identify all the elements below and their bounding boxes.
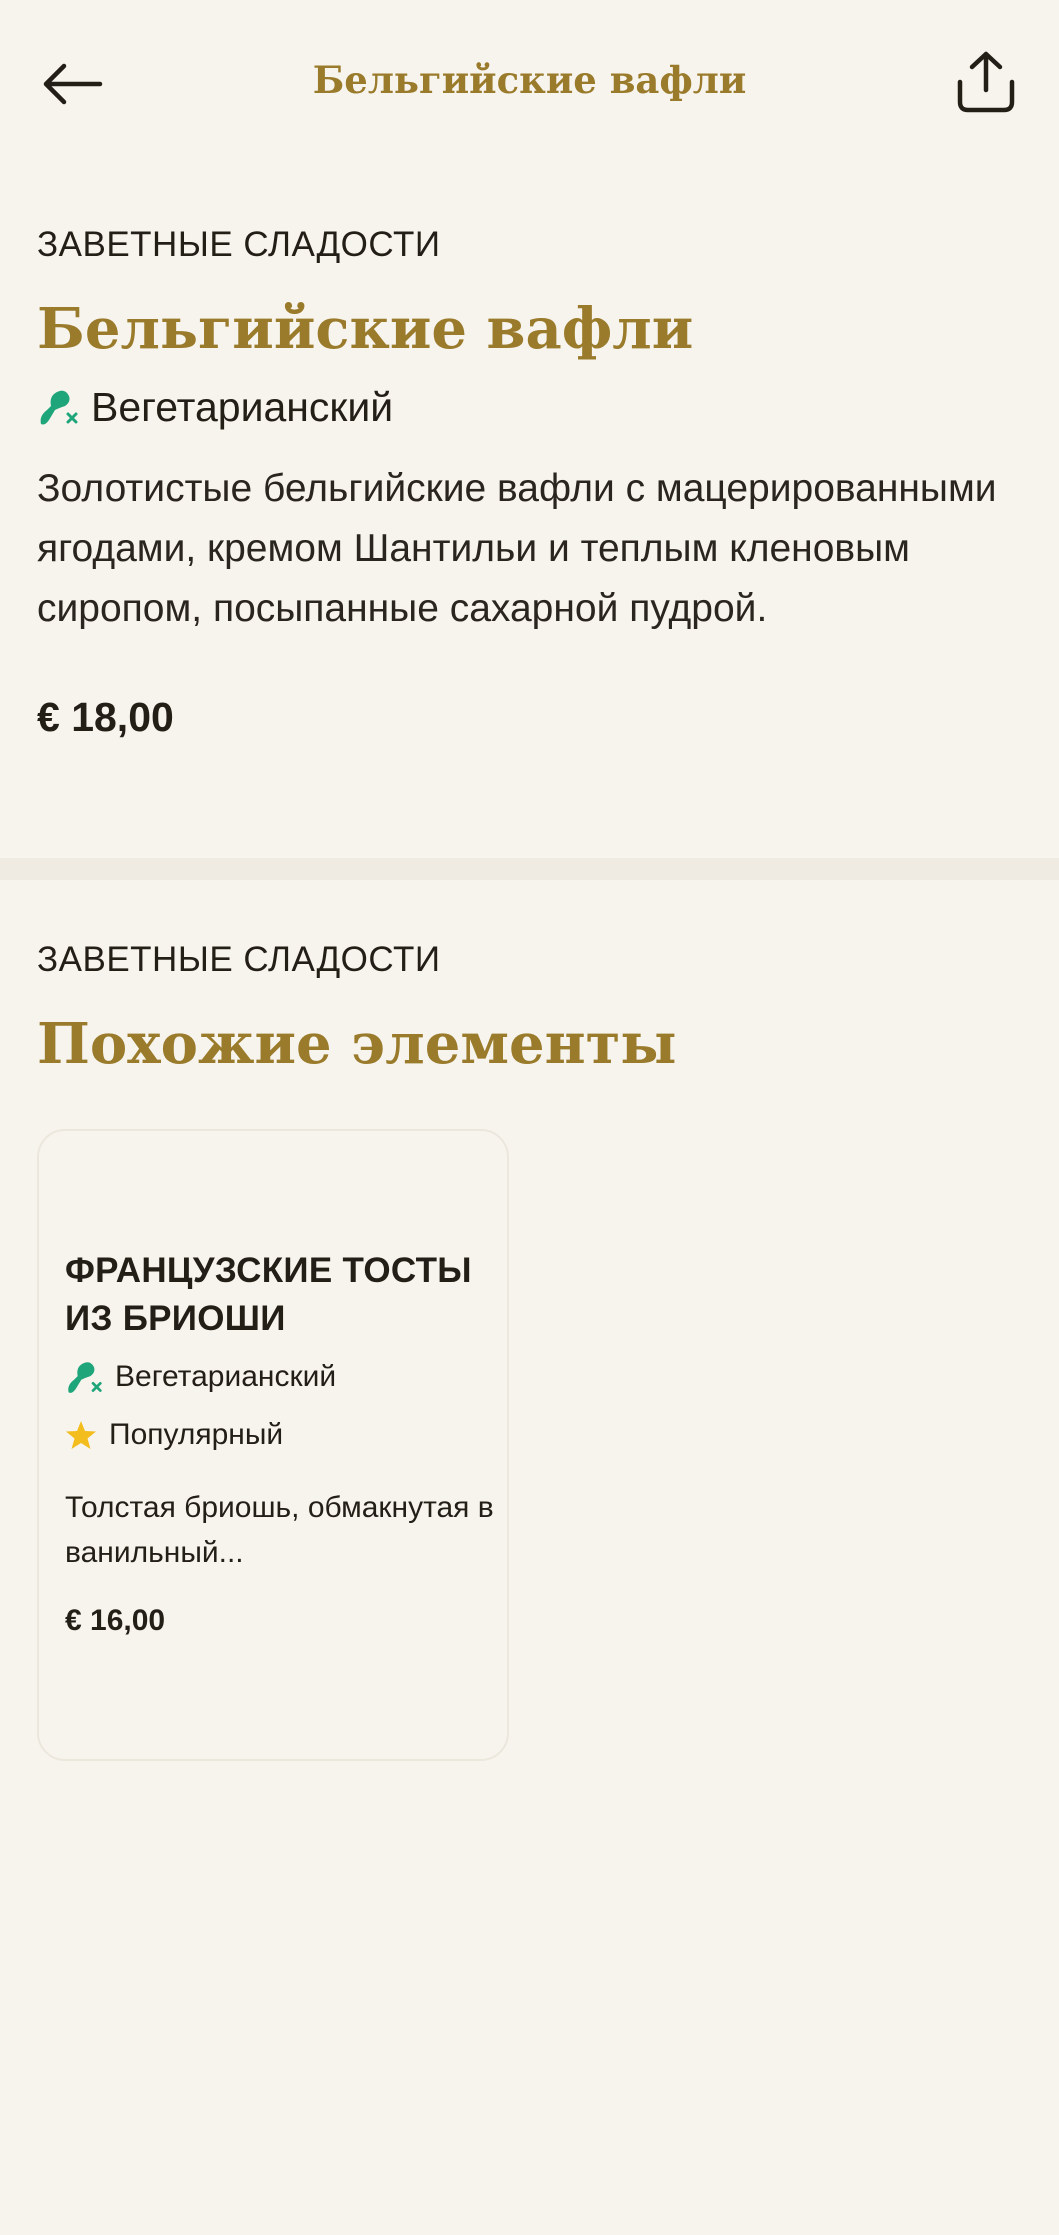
vegetarian-icon: [40, 390, 78, 425]
card-item-description: Толстая бриошь, обмакнутая в ванильный..…: [65, 1491, 494, 1569]
top-app-bar: Бельгийские вафли: [0, 0, 1059, 170]
card-popular-label: Популярный: [109, 1418, 284, 1451]
vegetarian-icon: [68, 1362, 102, 1393]
share-icon: [957, 51, 1015, 113]
card-item-name: ФРАНЦУЗСКИЕ ТОСТЫ ИЗ БРИОШИ: [65, 1251, 472, 1338]
similar-title: Похожие элементы: [37, 1011, 677, 1077]
item-price: € 18,00: [37, 694, 174, 740]
similar-items-section: ЗАВЕТНЫЕ СЛАДОСТИ Похожие элементы: [37, 930, 1022, 1080]
vegetarian-tag-label: Вегетарианский: [91, 383, 394, 430]
card-vegetarian-tag: Вегетарианский: [65, 1355, 336, 1399]
vegetarian-tag: Вегетарианский: [37, 379, 1022, 435]
card-item-price: € 16,00: [65, 1604, 166, 1637]
share-button[interactable]: [950, 46, 1022, 118]
arrow-left-icon: [43, 63, 103, 105]
card-popular-tag: Популярный: [65, 1413, 283, 1457]
header-title: Бельгийские вафли: [312, 58, 747, 102]
star-icon: [66, 1421, 96, 1449]
similar-item-card[interactable]: ФРАНЦУЗСКИЕ ТОСТЫ ИЗ БРИОШИ Вегетарианск…: [37, 1129, 509, 1761]
item-title: Бельгийские вафли: [37, 296, 694, 362]
section-divider: [0, 858, 1059, 880]
item-details: ЗАВЕТНЫЕ СЛАДОСТИ Бельгийские вафли Веге…: [37, 215, 1022, 747]
similar-category: ЗАВЕТНЫЕ СЛАДОСТИ: [37, 940, 441, 979]
back-button[interactable]: [36, 52, 108, 116]
item-category: ЗАВЕТНЫЕ СЛАДОСТИ: [37, 225, 441, 264]
item-description: Золотистые бельгийские вафли с мацериров…: [37, 467, 997, 630]
card-vegetarian-label: Вегетарианский: [115, 1360, 337, 1393]
